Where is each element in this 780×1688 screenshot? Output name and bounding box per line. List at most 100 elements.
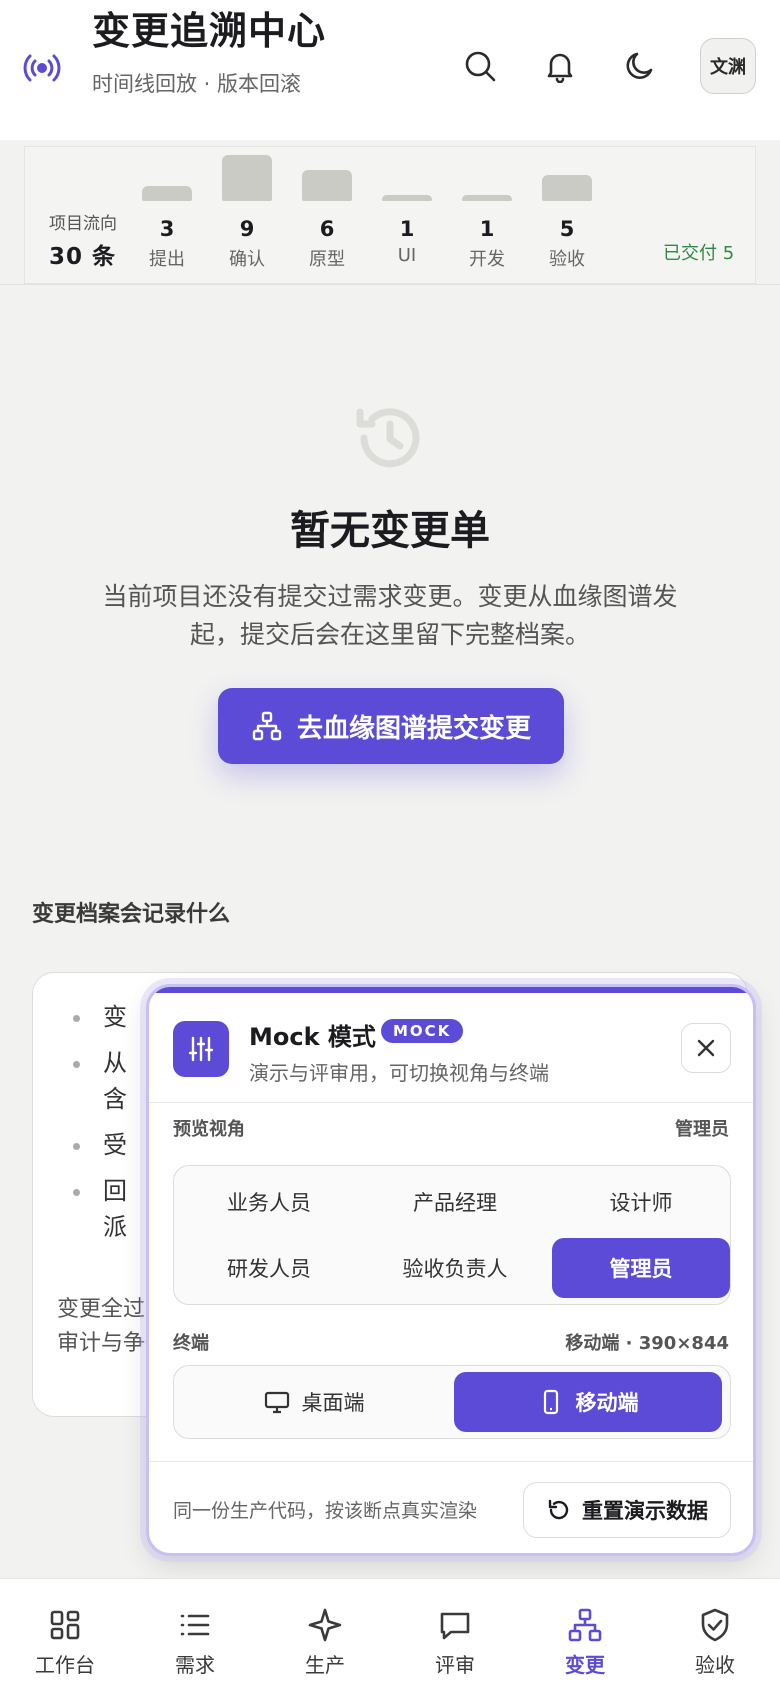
close-icon [695, 1037, 717, 1059]
flow-stage-bar [302, 170, 352, 201]
user-avatar[interactable]: 文渊 [700, 38, 756, 94]
terminal-mobile-option[interactable]: 移动端 [454, 1372, 722, 1432]
delivered-count: 已交付 5 [663, 243, 735, 264]
flow-stage-count: 6 [319, 217, 335, 241]
flow-stage-label: 确认 [229, 249, 265, 270]
flow-stage[interactable]: 1 UI [377, 147, 437, 285]
app-header: 变更追溯中心 时间线回放 · 版本回滚 文渊 [0, 0, 780, 140]
empty-description: 当前项目还没有提交过需求变更。变更从血缘图谱发起，提交后会在这里留下完整档案。 [102, 582, 678, 649]
nav-label: 评审 [435, 1653, 475, 1677]
cta-label: 去血缘图谱提交变更 [296, 713, 531, 744]
flow-stage-count: 9 [239, 217, 255, 241]
flow-stage-bar [542, 175, 592, 201]
panel-footer: 同一份生产代码，按该断点真实渲染 重置演示数据 [149, 1461, 753, 1553]
monitor-icon [264, 1389, 290, 1415]
archive-item: 回 派 [73, 1173, 127, 1245]
nav-item[interactable]: 变更 [520, 1579, 650, 1688]
flow-stage-bar [462, 195, 512, 201]
archive-item: 变 [73, 999, 127, 1035]
role-selector: 业务人员 产品经理 设计师研发人员 验收负责人 管理员 [173, 1165, 731, 1305]
flow-stage-label: UI [397, 245, 417, 266]
nav-item[interactable]: 验收 [650, 1579, 780, 1688]
nav-label: 验收 [695, 1653, 735, 1677]
mock-mode-panel: Mock 模式 MOCK 演示与评审用，可切换视角与终端 预览视角 管理员 业务… [146, 984, 756, 1556]
nav-item[interactable]: 需求 [130, 1579, 260, 1688]
flow-stage-count: 3 [159, 217, 175, 241]
nav-label: 变更 [565, 1653, 605, 1677]
nav-label: 生产 [305, 1653, 345, 1677]
flow-stage[interactable]: 5 验收 [537, 147, 597, 285]
archive-list: 变从 含受回 派 [73, 999, 127, 1255]
go-lineage-button[interactable]: 去血缘图谱提交变更 [218, 688, 564, 764]
chat-icon [437, 1607, 473, 1643]
role-option[interactable]: 业务人员 [180, 1172, 358, 1232]
terminal-mobile-label: 移动端 [575, 1391, 639, 1415]
terminal-label: 终端 [173, 1333, 209, 1354]
flow-label: 项目流向 [49, 214, 117, 234]
flow-stage-count: 1 [479, 217, 495, 241]
bell-icon[interactable] [538, 44, 582, 88]
mock-subtitle: 演示与评审用，可切换视角与终端 [249, 1061, 549, 1085]
divider [0, 284, 780, 285]
project-flow-strip: 项目流向 30 条 3 提出 9 确认 6 原型 1 UI 1 开发 5 验收 已交付 5 [24, 146, 756, 284]
archive-footer: 变更全过 审计与争 [57, 1297, 146, 1356]
reset-demo-button[interactable]: 重置演示数据 [523, 1482, 731, 1538]
flow-stage-label: 原型 [309, 249, 345, 270]
nav-label: 工作台 [35, 1653, 95, 1677]
view-label: 预览视角 [173, 1119, 245, 1140]
reset-icon [546, 1497, 572, 1523]
empty-title: 暂无变更单 [290, 508, 490, 554]
terminal-desktop-label: 桌面端 [301, 1391, 365, 1415]
close-button[interactable] [681, 1023, 731, 1073]
mock-badge: MOCK [381, 1019, 464, 1043]
flow-stage-label: 开发 [469, 249, 505, 270]
sparkle-icon [307, 1607, 343, 1643]
flow-stage[interactable]: 9 确认 [217, 147, 277, 285]
terminal-value: 移动端 · 390×844 [565, 1333, 729, 1354]
sliders-icon [173, 1021, 229, 1077]
nav-item[interactable]: 生产 [260, 1579, 390, 1688]
nav-label: 需求 [175, 1653, 215, 1677]
history-icon [352, 400, 428, 476]
flow-stage[interactable]: 3 提出 [137, 147, 197, 285]
search-icon[interactable] [458, 44, 502, 88]
footer-note: 同一份生产代码，按该断点真实渲染 [173, 1500, 478, 1522]
flow-stage-bar [142, 186, 192, 201]
mock-title: Mock 模式 [249, 1023, 376, 1051]
flow-stage-count: 5 [559, 217, 575, 241]
role-option[interactable]: 研发人员 [180, 1238, 358, 1298]
nav-item[interactable]: 评审 [390, 1579, 520, 1688]
nav-item[interactable]: 工作台 [0, 1579, 130, 1688]
flow-stage[interactable]: 6 原型 [297, 147, 357, 285]
flow-count: 30 条 [49, 244, 117, 270]
archive-item: 受 [73, 1127, 127, 1163]
moon-icon[interactable] [618, 44, 662, 88]
role-option[interactable]: 设计师 [552, 1172, 730, 1232]
grid-icon [47, 1607, 83, 1643]
reset-label: 重置演示数据 [582, 1499, 708, 1523]
archive-item: 从 含 [73, 1045, 127, 1117]
terminal-desktop-option[interactable]: 桌面端 [180, 1372, 448, 1432]
role-option[interactable]: 管理员 [552, 1238, 730, 1298]
shield-check-icon [697, 1607, 733, 1643]
flow-stage-count: 1 [399, 217, 415, 241]
broadcast-icon [22, 48, 62, 88]
archive-section-title: 变更档案会记录什么 [32, 902, 231, 927]
flow-stage-bar [382, 195, 432, 201]
flow-stage-label: 提出 [149, 249, 185, 270]
page-subtitle: 时间线回放 · 版本回滚 [92, 72, 302, 96]
role-option[interactable]: 产品经理 [366, 1172, 544, 1232]
flow-stage-label: 验收 [549, 249, 585, 270]
page-title: 变更追溯中心 [92, 9, 327, 53]
hierarchy-icon [251, 710, 283, 742]
bottom-nav: 工作台 需求 生产 评审 变更 验收 [0, 1578, 780, 1688]
hierarchy-icon [567, 1607, 603, 1643]
flow-stage-bar [222, 155, 272, 201]
view-value: 管理员 [675, 1119, 729, 1140]
terminal-selector: 桌面端 移动端 [173, 1365, 731, 1439]
role-option[interactable]: 验收负责人 [366, 1238, 544, 1298]
flow-stage[interactable]: 1 开发 [457, 147, 517, 285]
list-icon [177, 1607, 213, 1643]
panel-header: Mock 模式 MOCK 演示与评审用，可切换视角与终端 [149, 993, 753, 1103]
phone-icon [538, 1389, 564, 1415]
